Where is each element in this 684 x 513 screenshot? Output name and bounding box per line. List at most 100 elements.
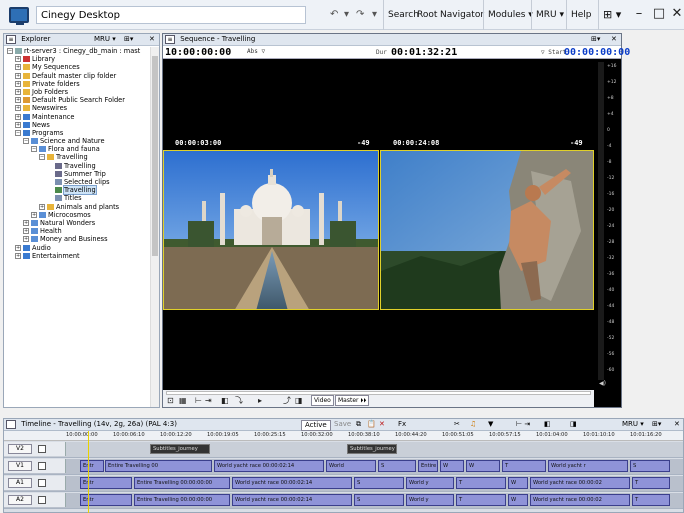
expand-icon[interactable]: + xyxy=(39,203,45,210)
timeline-clip[interactable]: W xyxy=(440,460,464,472)
close-icon[interactable]: ✕ xyxy=(611,34,617,45)
play-to-end-icon[interactable]: ⊢ xyxy=(195,396,202,406)
layout-icon[interactable]: ⊞ ▾ xyxy=(598,0,625,30)
speaker-icon[interactable]: ◀) xyxy=(599,380,606,387)
current-timecode[interactable]: 10:00:00:00 xyxy=(165,46,231,59)
collapse-icon[interactable]: − xyxy=(7,48,13,54)
timeline-clip[interactable]: S xyxy=(354,477,404,489)
start-timecode[interactable]: 00:00:00:00 xyxy=(564,46,630,59)
delete-icon[interactable]: ✕ xyxy=(379,419,385,430)
timeline-clip[interactable]: W xyxy=(508,477,528,489)
timeline-clip[interactable]: World yacht race 00:00:02:14 xyxy=(214,460,324,472)
timeline-clip[interactable]: Entire Travelling 00:00:00:00 xyxy=(134,494,230,506)
mru-menu[interactable]: MRU ▾ xyxy=(531,0,568,30)
dropdown-arrow-icon[interactable]: ▾ xyxy=(344,9,349,21)
tree-node[interactable]: + Audio xyxy=(4,244,152,252)
tree-node[interactable]: + Microcosmos xyxy=(4,211,152,219)
mark-in-icon[interactable]: ◧ xyxy=(221,396,229,406)
tree-node[interactable]: + Maintenance xyxy=(4,113,152,121)
track-lock-checkbox[interactable] xyxy=(38,496,46,504)
tree-node[interactable]: − Science and Nature xyxy=(4,137,152,145)
tree-node[interactable]: + Default master clip folder xyxy=(4,72,152,80)
expand-icon[interactable]: + xyxy=(15,244,21,251)
timeline-clip[interactable]: Subtitles_journey xyxy=(150,444,210,454)
collapse-icon[interactable]: − xyxy=(15,129,21,136)
timeline-mru-menu[interactable]: MRU ▾ xyxy=(622,419,644,430)
tree-node[interactable]: + My Sequences xyxy=(4,63,152,71)
timeline-clip[interactable]: W xyxy=(466,460,500,472)
timeline-clip[interactable]: World yacht r xyxy=(548,460,628,472)
expand-icon[interactable]: + xyxy=(15,252,21,259)
close-icon[interactable]: ✕ xyxy=(666,0,684,30)
tree-node[interactable]: + News xyxy=(4,121,152,129)
tree-node[interactable]: − Travelling xyxy=(4,153,152,161)
tree-node[interactable]: Summer Trip xyxy=(4,170,152,178)
timeline-ruler[interactable]: 10:00:00:00 10:00:06:10 10:00:12:20 10:00:1… xyxy=(4,431,683,441)
timeline-clip[interactable]: Entire xyxy=(418,460,438,472)
mark-in-icon[interactable]: ◧ xyxy=(544,419,551,430)
minimize-icon[interactable]: – xyxy=(628,0,650,30)
collapse-icon[interactable]: − xyxy=(39,154,45,161)
tree-node[interactable]: + Newswires xyxy=(4,104,152,112)
copy-icon[interactable]: ⧉ xyxy=(356,419,361,430)
track-name[interactable]: A2 xyxy=(8,495,32,505)
timeline-clip[interactable]: T xyxy=(456,494,506,506)
expand-icon[interactable]: + xyxy=(23,228,29,235)
prev-frame-icon[interactable]: ⤵ xyxy=(235,396,243,406)
expand-icon[interactable]: + xyxy=(23,236,29,243)
tree-node[interactable]: + Library xyxy=(4,55,152,63)
timeline-clip[interactable]: World yacht race 00:00:02:14 xyxy=(232,494,352,506)
expand-icon[interactable]: + xyxy=(31,211,37,218)
help-button[interactable]: Help xyxy=(566,0,596,30)
timeline-clip[interactable]: World y xyxy=(406,494,454,506)
go-to-end-icon[interactable]: ⊢ ⇥ xyxy=(516,419,530,430)
marker-icon[interactable]: ▼ xyxy=(488,419,493,430)
tree-node[interactable]: + Private folders xyxy=(4,80,152,88)
tree-node[interactable]: + Natural Wonders xyxy=(4,219,152,227)
go-to-end-icon[interactable]: ⇥ xyxy=(205,396,212,406)
timeline-playhead[interactable] xyxy=(88,431,89,513)
loop-icon[interactable]: ⊡ xyxy=(167,396,174,406)
collapse-icon[interactable]: − xyxy=(31,146,37,153)
position-slider[interactable] xyxy=(166,391,591,395)
tree-node[interactable]: − Flora and fauna xyxy=(4,145,152,153)
next-frame-icon[interactable]: ⤴ xyxy=(283,396,291,406)
collapse-icon[interactable]: − xyxy=(23,138,29,145)
timeline-clip[interactable]: Subtitles_journey xyxy=(347,444,397,454)
timeline-clip[interactable]: Entire Travelling 00 xyxy=(105,460,212,472)
tree-node[interactable]: + Default Public Search Folder xyxy=(4,96,152,104)
left-trim-frame[interactable] xyxy=(163,150,379,310)
timeline-clip[interactable]: Entr xyxy=(80,460,104,472)
close-icon[interactable]: ✕ xyxy=(149,34,155,45)
active-button[interactable]: Active xyxy=(301,420,331,431)
timeline-clip[interactable]: T xyxy=(456,477,506,489)
play-icon[interactable]: ▸ xyxy=(258,396,262,406)
modules-menu[interactable]: Modules ▾ xyxy=(483,0,537,30)
timeline-clip[interactable]: W xyxy=(508,494,528,506)
mark-out-icon[interactable]: ◨ xyxy=(570,419,577,430)
tree-node[interactable]: + Animals and plants xyxy=(4,203,152,211)
abs-toggle[interactable]: Abs ▽ xyxy=(247,48,265,55)
right-trim-frame[interactable] xyxy=(380,150,594,310)
timeline-clip[interactable]: World yacht race 00:00:02:14 xyxy=(232,477,352,489)
close-icon[interactable]: ✕ xyxy=(674,419,680,430)
timeline-clip[interactable]: S xyxy=(378,460,416,472)
track-name[interactable]: V2 xyxy=(8,444,32,454)
expand-icon[interactable]: + xyxy=(23,219,29,226)
paste-icon[interactable]: 📋 xyxy=(367,419,376,430)
tree-node[interactable]: Titles xyxy=(4,194,152,202)
layout-icon[interactable]: ⊞▾ xyxy=(124,34,133,45)
expand-icon[interactable]: + xyxy=(15,113,21,120)
tree-node[interactable]: + Job Folders xyxy=(4,88,152,96)
master-button[interactable]: Master ⏵⏵ xyxy=(335,395,370,406)
expand-icon[interactable]: + xyxy=(15,64,21,71)
timeline-clip[interactable]: S xyxy=(354,494,404,506)
track-lock-checkbox[interactable] xyxy=(38,462,46,470)
tree-node[interactable]: Selected clips xyxy=(4,178,152,186)
tree-node[interactable]: + Entertainment xyxy=(4,252,152,260)
layout-icon[interactable]: ⊞▾ xyxy=(652,419,661,430)
timeline-clip[interactable]: T xyxy=(502,460,546,472)
expand-icon[interactable]: + xyxy=(15,97,21,104)
timeline-clip[interactable]: World yacht race 00:00:02 xyxy=(530,494,630,506)
fx-icon[interactable]: Fx xyxy=(398,419,406,430)
